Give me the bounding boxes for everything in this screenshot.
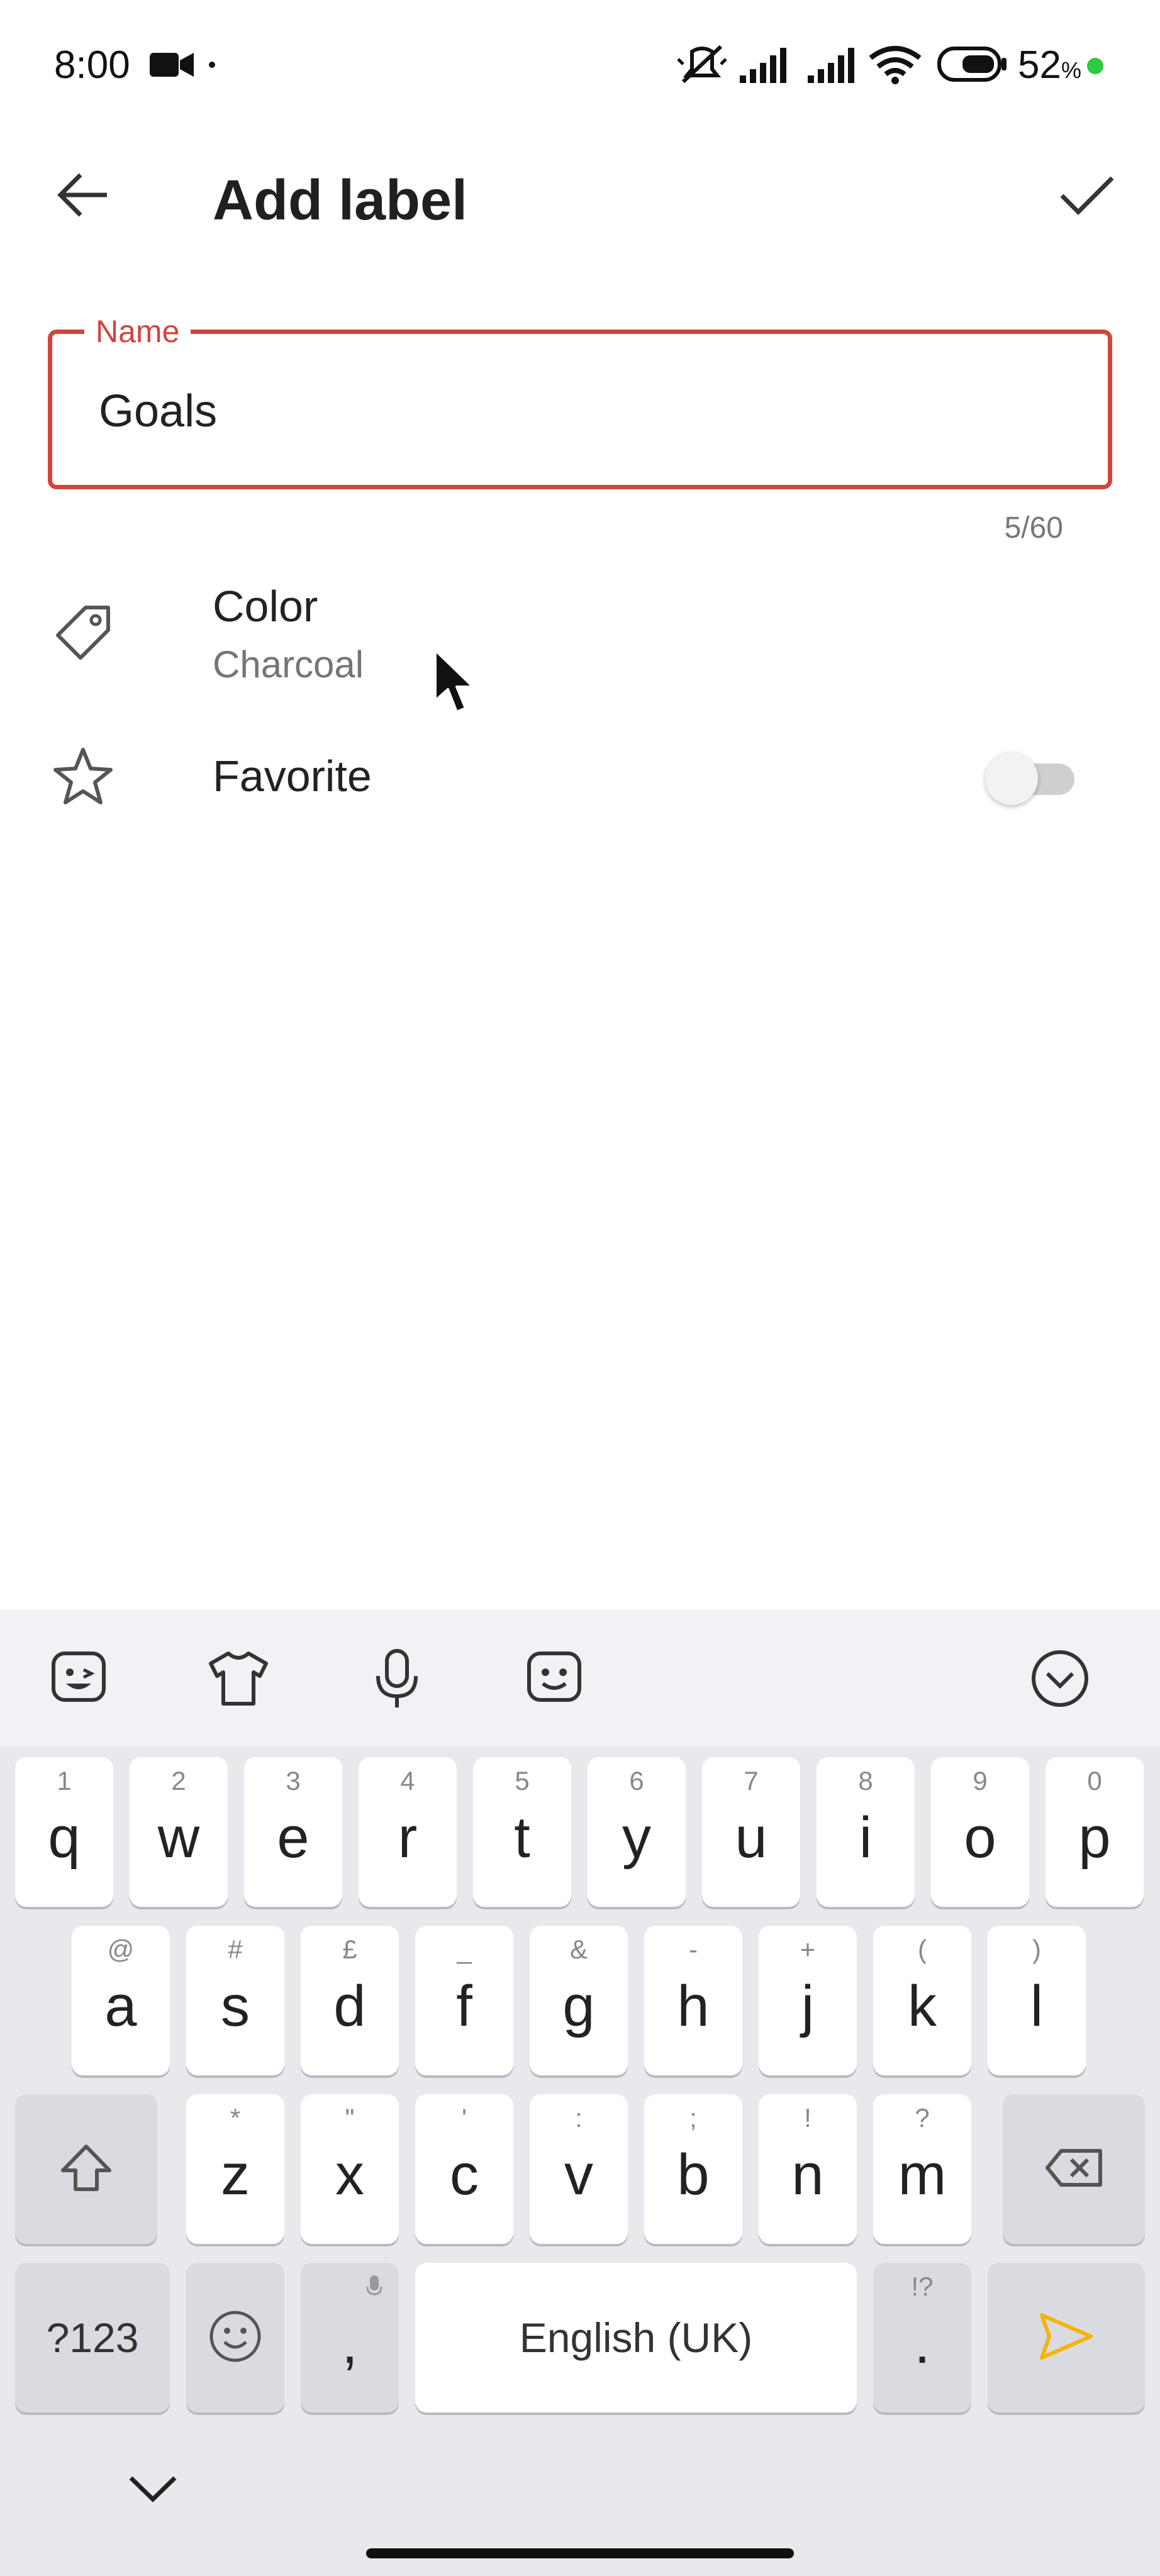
key-z[interactable]: * z	[186, 2094, 284, 2244]
character-counter: 5/60	[1004, 511, 1063, 545]
status-time: 8:00	[54, 43, 130, 87]
color-row[interactable]: Color Charcoal	[0, 566, 1160, 711]
backspace-icon	[1044, 2147, 1104, 2192]
shift-icon	[59, 2143, 113, 2196]
page-title: Add label	[213, 169, 468, 232]
tag-icon	[50, 600, 116, 665]
name-field-label: Name	[84, 313, 191, 350]
key-f[interactable]: _ f	[415, 1926, 513, 2075]
sticker-icon[interactable]	[44, 1644, 113, 1713]
battery-percent: 52%	[1018, 43, 1081, 87]
back-button[interactable]	[45, 158, 121, 234]
key-b[interactable]: ; b	[644, 2094, 742, 2244]
mouse-cursor-icon	[433, 648, 477, 720]
shift-key[interactable]	[15, 2094, 157, 2244]
microphone-icon[interactable]	[362, 1644, 432, 1713]
color-title: Color	[213, 582, 318, 631]
smiley-icon	[208, 2309, 262, 2367]
check-icon	[1059, 174, 1115, 219]
theme-shirt-icon[interactable]	[204, 1644, 273, 1713]
video-camera-icon	[150, 50, 195, 82]
key-o[interactable]: 9o	[931, 1757, 1029, 1907]
name-input[interactable]: Goals	[99, 386, 217, 437]
key-s[interactable]: # s	[186, 1926, 284, 2075]
microphone-small-icon	[366, 2274, 382, 2302]
notification-dot	[209, 62, 215, 68]
favorite-title: Favorite	[213, 752, 372, 801]
key-g[interactable]: & g	[530, 1926, 628, 2075]
key-h[interactable]: -h	[644, 1926, 742, 2075]
key-r[interactable]: 4r	[359, 1757, 457, 1907]
wifi-icon	[868, 44, 922, 94]
key-v[interactable]: :v	[530, 2094, 628, 2244]
battery-icon	[937, 47, 1008, 97]
key-a[interactable]: @ a	[72, 1926, 170, 2075]
comma-key[interactable]: ,	[301, 2263, 399, 2412]
key-t[interactable]: 5t	[473, 1757, 571, 1907]
signal-icon	[740, 48, 794, 98]
on-screen-keyboard	[0, 1610, 1160, 2576]
app-bar: Add label	[0, 132, 1160, 264]
key-j[interactable]: + j	[759, 1926, 857, 2075]
space-key[interactable]: English (UK)	[415, 2263, 857, 2412]
key-e[interactable]: 3e	[244, 1757, 342, 1907]
toggle-thumb	[985, 752, 1038, 805]
send-icon	[1038, 2311, 1095, 2365]
keyboard-toolbar	[0, 1610, 1160, 1747]
home-indicator[interactable]	[366, 2548, 794, 2558]
backspace-key[interactable]	[1003, 2094, 1145, 2244]
privacy-indicator-dot	[1087, 58, 1103, 74]
favorite-toggle[interactable]	[985, 752, 1079, 805]
send-key[interactable]	[988, 2263, 1145, 2412]
hide-keyboard-chevron-icon[interactable]	[126, 2472, 180, 2510]
arrow-left-icon	[57, 171, 109, 222]
key-c[interactable]: ' c	[415, 2094, 513, 2244]
key-n[interactable]: ! n	[759, 2094, 857, 2244]
name-field[interactable]: Goals	[48, 330, 1112, 489]
save-button[interactable]	[1049, 158, 1125, 234]
silent-icon	[676, 40, 728, 91]
key-l[interactable]: ) l	[988, 1926, 1086, 2075]
collapse-keyboard-icon[interactable]	[1025, 1644, 1095, 1713]
key-y[interactable]: 6y	[588, 1757, 686, 1907]
key-i[interactable]: 8i	[817, 1757, 915, 1907]
star-icon	[50, 743, 116, 809]
key-w[interactable]: 2w	[130, 1757, 228, 1907]
emoji-icon[interactable]	[520, 1644, 589, 1713]
color-value: Charcoal	[213, 643, 364, 686]
key-d[interactable]: £ d	[301, 1926, 399, 2075]
key-k[interactable]: (k	[873, 1926, 971, 2075]
status-bar: 8:00 52%	[0, 0, 1160, 132]
period-key[interactable]: !?.	[873, 2263, 971, 2412]
signal-icon	[808, 48, 862, 98]
symbols-key[interactable]: ?123	[15, 2263, 170, 2412]
emoji-key[interactable]	[186, 2263, 284, 2412]
key-m[interactable]: ? m	[873, 2094, 971, 2244]
key-x[interactable]: " x	[301, 2094, 399, 2244]
key-u[interactable]: 7u	[702, 1757, 800, 1907]
key-p[interactable]: 0p	[1046, 1757, 1144, 1907]
key-q[interactable]: 1q	[15, 1757, 113, 1907]
